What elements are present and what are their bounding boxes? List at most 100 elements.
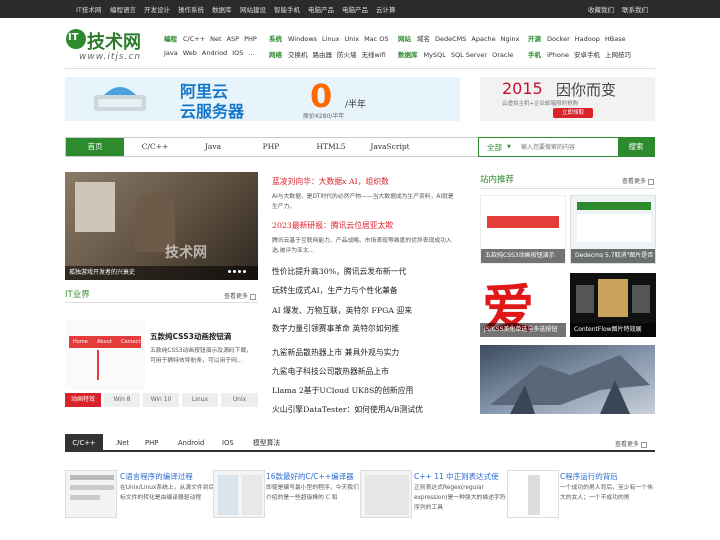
tag-button[interactable]: Win 10 [143,393,179,407]
news-link[interactable]: Llama 2基于UCloud UK8S的创新应用 [272,385,413,396]
search-box: 全部 ▼ 搜索 [478,137,655,157]
news-link[interactable]: AI 爆发、万物互联，英特尔 FPGA 迎来 [272,305,412,316]
sidebar-wide-banner[interactable] [480,345,655,414]
it-world-header: IT业界 [65,290,90,300]
category-database: 数据库 MySQL SQL Server Oracle [398,51,514,59]
sidebar-caption: JS/CSS美化单选与多选按钮 [480,323,566,337]
bottom-tabs: C/C++ .Net PHP Android IOS 模型算法 查看更多 [65,434,655,452]
nav-tab-html5[interactable]: HTML5 [300,138,362,156]
news-link[interactable]: 数字力量引领赛事革命 英特尔如何推 [272,323,399,334]
sidebar-caption: ContentFlow图片特效展 [570,323,656,337]
tag-button[interactable]: 动画特效 [65,393,101,407]
article-summary: 正则表达式Regex(regular expression)是一种强大的描述字符… [414,485,506,511]
slide-shelf [75,182,115,232]
tab-algorithms[interactable]: 模型算法 [253,434,280,452]
more-arrow-icon [648,178,655,185]
nav-tab-cpp[interactable]: C/C++ [126,138,184,156]
top-link[interactable]: 数据库 [212,4,232,14]
top-link[interactable]: 电脑产品 [342,4,368,14]
nav-tab-home[interactable]: 首页 [66,138,124,156]
top-link[interactable]: 云计算 [376,4,396,14]
css-buttons-thumb[interactable]: Home About Contact [65,320,145,390]
article-title[interactable]: C++ 11 中正则表达式使 [414,471,499,482]
top-link[interactable]: 网站建设 [240,4,266,14]
sidebar-more-link[interactable]: 查看更多 [622,176,655,185]
top-link[interactable]: 电脑产品 [308,4,334,14]
top-link[interactable]: 编程语言 [110,4,136,14]
chevron-down-icon: ▼ [507,144,511,150]
nav-tab-php[interactable]: PHP [242,138,300,156]
top-link[interactable]: 开发设计 [144,4,170,14]
banner-price: 0 [310,77,333,115]
more-arrow-icon [641,441,648,448]
it-world-summary: 五款纯CSS3动画按钮演示及源码下载，可用于摘特效导航条，可以用于网... [150,348,253,364]
search-button[interactable]: 搜索 [618,138,654,156]
slide-dots[interactable] [226,267,246,275]
tab-ios[interactable]: IOS [222,434,234,452]
top-link[interactable]: IT技术网 [76,4,101,14]
headline-summary: AI与大数据，是DT时代的必然产物——当大数据成为生产资料，AI就是生产力。 [272,194,454,210]
tag-button[interactable]: Unix [221,393,258,407]
banner-unit: /半年 [345,100,367,110]
tab-php[interactable]: PHP [145,434,158,452]
search-input[interactable] [521,140,617,154]
category-network: 网络 交换机 路由器 防火墙 无线wifi [269,51,386,59]
headline-summary: 腾讯云基于互联网能力、产品战略、市场表现等维度的优异表现成功入选,被评为亚太..… [272,238,452,254]
news-link[interactable]: 火山引擎DataTester：如何使用A/B测试优 [272,404,423,415]
article-thumb[interactable] [213,470,265,518]
headline-link[interactable]: 蓝凌刘向华：大数据x AI，组织数 [272,176,389,187]
news-link[interactable]: 九鲨电子科技公司散热器新品上市 [272,366,389,377]
watermark-logo: 技术网 [165,245,207,261]
headline-link[interactable]: 2023最新研报：腾讯云位居亚太欺 [272,220,393,231]
banner-sub: 原价¥280/半年 [303,113,345,120]
favorite-link[interactable]: 收藏我们 [588,4,614,14]
it-world-more-link[interactable]: 查看更多 [224,291,257,300]
category-programming-2: Java Web Andriod IOS... [164,49,255,57]
article-title[interactable]: C程序运行的背后 [560,471,618,482]
top-link[interactable]: 操作系统 [178,4,204,14]
category-website: 网站 域名 DedeCMS Apache Nginx [398,35,520,43]
article-title[interactable]: 16款最好的C/C++编译器 [266,471,354,482]
logo-text: 技术网 [87,32,141,53]
divider [480,188,655,189]
article-thumb[interactable] [65,470,117,518]
tab-android[interactable]: Android [178,434,204,452]
sidebar-thumb[interactable]: 爱 JS/CSS美化单选与多选按钮 [480,273,566,337]
top-link[interactable]: 智能手机 [274,4,300,14]
nav-tab-java[interactable]: Java [184,138,242,156]
promo-2015-banner[interactable]: 2015 因你而变 云虚拟主机+企业邮箱限时抢购 立即领取 [480,77,655,121]
contact-link[interactable]: 联系我们 [622,4,648,14]
promo-button[interactable]: 立即领取 [553,108,593,118]
feature-slide[interactable]: 技术网 孤独游戏开发者的兴衰史 [65,172,258,280]
news-link[interactable]: 性价比提升高30%，腾讯云发布新一代 [272,266,406,277]
article-thumb[interactable] [507,470,559,518]
tab-cpp[interactable]: C/C++ [65,434,103,452]
nav-tab-javascript[interactable]: JavaScript [362,138,418,156]
site-logo[interactable]: IT 技术网 www.itjs.cn [65,26,155,66]
promo-headline: 因你而变 [556,81,617,99]
logo-url: www.itjs.cn [79,52,142,62]
promo-sub: 云虚拟主机+企业邮箱限时抢购 [502,101,579,107]
bottom-more-link[interactable]: 查看更多 [615,439,648,448]
tab-dotnet[interactable]: .Net [115,434,129,452]
tag-button[interactable]: Win 8 [104,393,140,407]
article-title[interactable]: C语言程序的编译过程 [120,471,193,482]
search-scope-select[interactable]: 全部 [487,142,502,153]
news-link[interactable]: 九鲨新品散热器上市 兼具外观与实力 [272,347,399,358]
it-world-title[interactable]: 五款纯CSS3动画按钮滴 [150,331,231,342]
divider [65,302,258,303]
sidebar-header: 站内推荐 [480,175,515,185]
promo-year: 2015 [502,79,543,98]
aliyun-banner[interactable]: 阿里云 云服务器 0 /半年 原价¥280/半年 [65,77,460,121]
sidebar-thumb[interactable]: 五款纯CSS3动画按钮演示 [480,195,566,264]
news-link[interactable]: 玩转生成式AI，生产力与个性化兼备 [272,285,398,296]
tag-button[interactable]: Linux [182,393,218,407]
sidebar-thumb[interactable]: Dedecms 5.7取消"图片是否 [570,195,656,264]
category-mobile: 手机 iPhone 安卓手机 上网技巧 [528,51,631,59]
sidebar-caption: Dedecms 5.7取消"图片是否 [571,249,655,263]
article-summary: 在Unix/Linux系统上，从源文件到目标文件的转化是由编译器驱动程 [120,485,215,501]
article-summary: 即使是编写最小型的程序，今天我们介绍的是一些超级棒的 C 和 [266,485,359,501]
sidebar-thumb[interactable]: ContentFlow图片特效展 [570,273,656,337]
article-thumb[interactable] [360,470,412,518]
more-arrow-icon [250,293,257,300]
